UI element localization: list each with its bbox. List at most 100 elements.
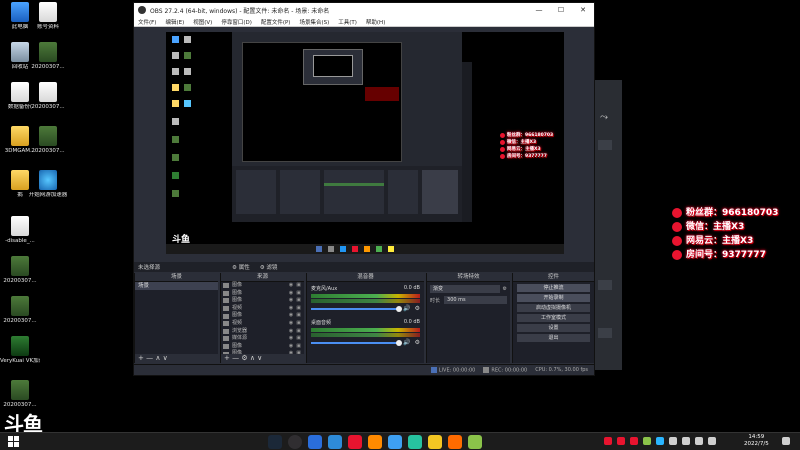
volume-slider[interactable] [311,305,403,312]
bg-button[interactable] [598,140,612,150]
source-item[interactable]: 图像 ◉▣ [221,312,304,320]
speaker-icon[interactable]: 🔊 [403,339,410,346]
speaker-icon[interactable]: 🔊 [403,305,410,312]
minimize-button[interactable]: — [528,6,550,14]
img-icon [11,256,29,276]
desktop-icon[interactable]: 20200307... [28,42,68,71]
transition-select[interactable]: 渐变 [430,285,500,293]
desktop-icon[interactable]: 开始网游加速器 [28,170,68,199]
lock-icon[interactable]: ▣ [296,343,301,351]
visibility-icon[interactable]: ◉ [289,282,293,290]
douyu-icon[interactable] [348,435,362,449]
menu-item[interactable]: 文件(F) [138,18,156,26]
lock-icon[interactable]: ▣ [296,305,301,313]
visibility-icon[interactable]: ◉ [289,290,293,298]
img-icon [11,296,29,316]
app-c-icon[interactable] [448,435,462,449]
desktop-icon[interactable]: 20200307... [0,380,40,409]
desktop-icon[interactable]: 20200307... [0,296,40,325]
menu-item[interactable]: 工具(T) [338,18,357,26]
source-item[interactable]: 视频 ◉ ▣ [221,320,304,328]
tray-icon[interactable] [630,437,638,445]
tray-icon[interactable] [682,437,690,445]
lock-icon[interactable]: ▣ [296,297,301,305]
lock-icon[interactable]: ▣ [296,335,301,343]
app-a-icon[interactable] [408,435,422,449]
obs-window[interactable]: OBS 27.2.4 (64-bit, windows) - 配置文件: 未命名… [133,2,595,376]
start-button[interactable] [8,436,19,447]
search-icon[interactable] [368,435,382,449]
properties-button[interactable]: ⚙ 属性 [232,263,250,271]
share-icon[interactable]: ⤳ [600,112,608,123]
menu-item[interactable]: 配置文件(P) [261,18,291,26]
control-button[interactable]: 开始录制 [517,294,590,302]
control-button[interactable]: 工作室模式 [517,314,590,322]
lock-icon[interactable]: ▣ [296,320,301,328]
desktop-icon[interactable]: 20200307... [28,82,68,111]
lock-icon[interactable]: ▣ [296,328,301,336]
volume-slider[interactable] [311,339,403,346]
tray-icon[interactable] [669,437,677,445]
visibility-icon[interactable]: ◉ [289,305,293,313]
tray-icon[interactable] [617,437,625,445]
tray-icon[interactable] [656,437,664,445]
control-button[interactable]: 启动虚拟摄像机 [517,304,590,312]
gear-icon[interactable]: ⚙ [415,305,420,312]
lock-icon[interactable]: ▣ [296,282,301,290]
visibility-icon[interactable]: ◉ [289,343,293,351]
visibility-icon[interactable]: ◉ [289,320,293,328]
lock-icon[interactable]: ▣ [296,312,301,320]
scenes-toolbar[interactable]: + — ∧ ∨ [135,354,218,363]
source-item[interactable]: 媒体源 ◉ ▣ [221,335,304,343]
desktop-icon[interactable]: VeryKuai VK加速器 [0,336,40,365]
menu-item[interactable]: 编辑(E) [165,18,184,26]
title-bar[interactable]: OBS 27.2.4 (64-bit, windows) - 配置文件: 未命名… [134,3,594,17]
tray-icon[interactable] [604,437,612,445]
menu-item[interactable]: 帮助(H) [366,18,385,26]
doc-icon [39,82,57,102]
scene-item[interactable]: 场景 [135,282,218,290]
desktop-icon[interactable]: 20200307... [0,256,40,285]
obs-icon[interactable] [288,435,302,449]
gear-icon[interactable]: ⚙ [503,286,507,292]
menu-item[interactable]: 视图(V) [193,18,212,26]
lock-icon[interactable]: ▣ [296,290,301,298]
gear-icon[interactable]: ⚙ [415,339,420,346]
app-d-icon[interactable] [468,435,482,449]
notification-icon[interactable] [782,437,790,445]
overlay-stat-icon [672,250,682,260]
bg-button[interactable] [598,280,612,290]
browser-icon[interactable] [308,435,322,449]
tray-icon[interactable] [695,437,703,445]
tray-icon[interactable] [708,437,716,445]
visibility-icon[interactable]: ◉ [289,312,293,320]
source-item[interactable]: 图像 ◉▣ [221,282,304,290]
close-button[interactable]: ✕ [572,6,594,14]
visibility-icon[interactable]: ◉ [289,297,293,305]
nested-icon [184,52,191,59]
duration-field[interactable]: 300 ms [444,296,507,304]
source-item[interactable]: 图像 ◉▣ [221,297,304,305]
visibility-icon[interactable]: ◉ [289,335,293,343]
menu-item[interactable]: 停靠窗口(D) [221,18,252,26]
app-b-icon[interactable] [428,435,442,449]
control-button[interactable]: 停止推流 [517,284,590,292]
filters-button[interactable]: ⚙ 滤镜 [260,263,278,271]
maximize-button[interactable]: ☐ [550,6,572,14]
edge-icon[interactable] [328,435,342,449]
menu-item[interactable]: 场景集合(S) [299,18,329,26]
visibility-icon[interactable]: ◉ [289,328,293,336]
desktop-icon[interactable]: 20200307... [28,126,68,155]
desktop-icon[interactable]: 账号资料 [28,2,68,31]
clock[interactable]: 14:59 2022/7/5 [744,434,769,448]
preview-canvas[interactable]: 粉丝群：966180703 微信：主播X3 网易云：主播X3 房间号：9377777 … [166,32,564,254]
settings-icon[interactable] [388,435,402,449]
sources-toolbar[interactable]: + — ⚙ ∧ ∨ [221,354,304,363]
sources-dock: 来源 图像 ◉ ▣ 图像 ◉ ▣ 图像 ◉ ▣ 视频 ◉ ▣ 图像 ◉ ▣ 视频 ◉ ▣ 浏览器 ◉ ▣ 媒体源 ◉ ▣ 图像 ◉… [220,273,304,363]
bg-button[interactable] [598,328,612,338]
tray-icon[interactable] [643,437,651,445]
control-button[interactable]: 退出 [517,334,590,342]
control-button[interactable]: 设置 [517,324,590,332]
desktop-icon[interactable]: -disable_... [0,216,40,245]
steam-icon[interactable] [268,435,282,449]
